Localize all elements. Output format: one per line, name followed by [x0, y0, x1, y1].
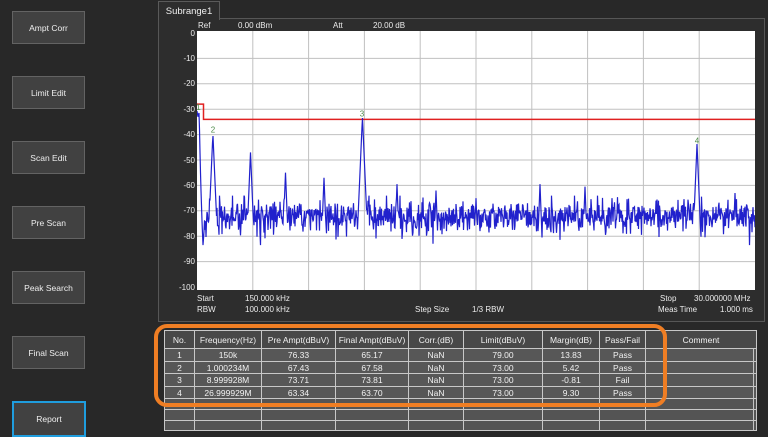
svg-text:3: 3	[360, 110, 365, 119]
svg-text:1: 1	[197, 103, 201, 112]
svg-text:2: 2	[211, 126, 216, 135]
svg-text:4: 4	[695, 137, 700, 146]
